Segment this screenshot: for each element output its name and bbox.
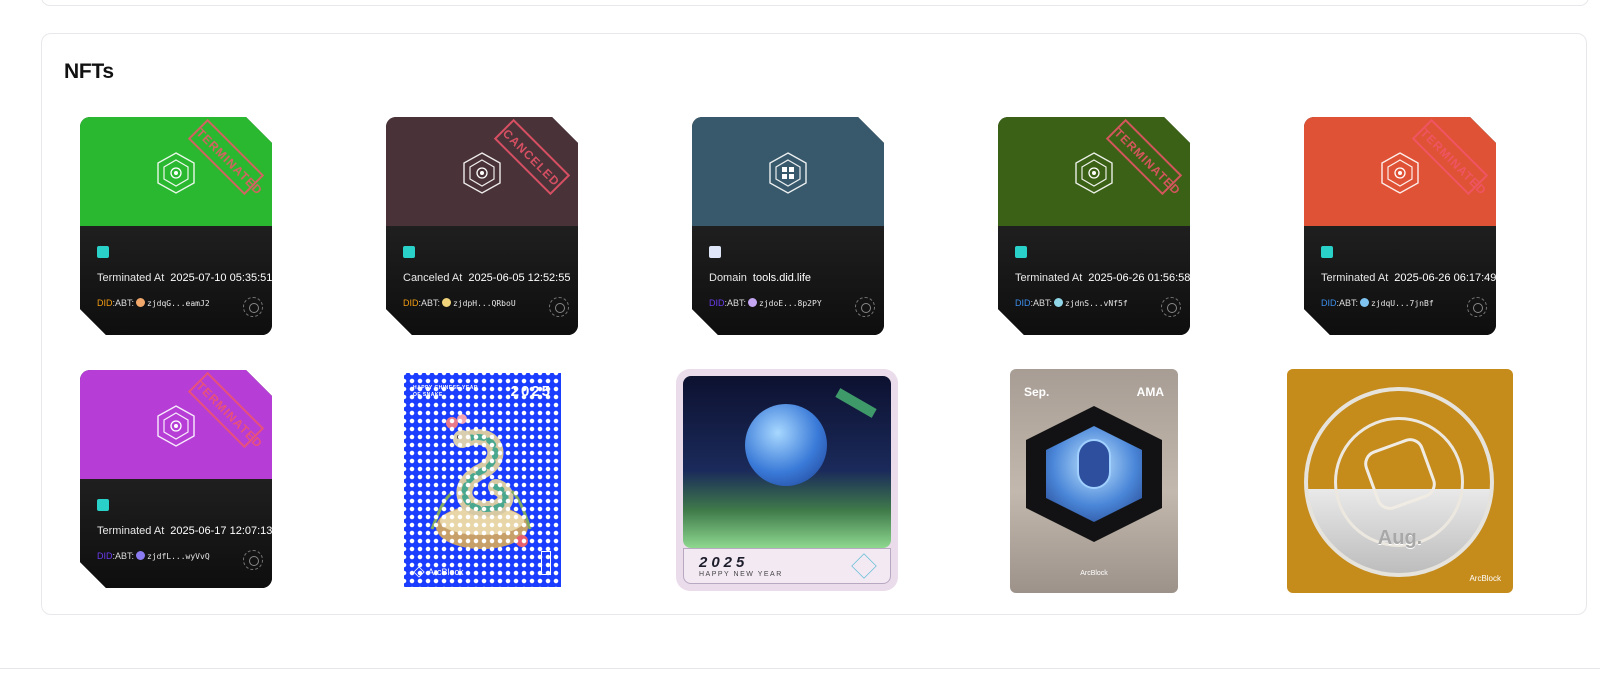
aug-brand: ArcBlock bbox=[1469, 574, 1501, 583]
card-info-row: Terminated At 2025-06-17 12:07:13 bbox=[97, 525, 272, 537]
did-avatar-icon bbox=[136, 298, 146, 307]
passport-hex-logo-icon bbox=[157, 405, 195, 447]
microphone-icon bbox=[1077, 439, 1111, 489]
ama-month: Sep. bbox=[1024, 385, 1050, 399]
did-avatar-icon bbox=[1360, 298, 1370, 307]
info-label: Terminated At bbox=[1321, 272, 1389, 284]
nft-card-passport[interactable]: TERMINATED Terminated At 2025-06-26 01:56… bbox=[998, 117, 1190, 335]
did-row: DID:ABT: zjdqU...7jnBf bbox=[1321, 298, 1434, 308]
did-row: DID:ABT: zjdoE...8p2PY bbox=[709, 298, 822, 308]
did-scheme: :ABT: bbox=[1030, 298, 1053, 308]
previous-section-card bbox=[41, 0, 1589, 6]
passport-hex-logo-icon bbox=[157, 152, 195, 194]
did-prefix: DID bbox=[97, 551, 113, 561]
seal-icon bbox=[549, 297, 569, 317]
did-scheme: :ABT: bbox=[112, 298, 135, 308]
nft-card-new-year[interactable]: 2025 HAPPY NEW YEAR bbox=[676, 369, 898, 591]
stamp-year: 2025 bbox=[510, 383, 552, 400]
card-info-row: Terminated At 2025-07-10 05:35:51 bbox=[97, 272, 272, 284]
ama-brand: ArcBlock bbox=[1080, 570, 1108, 577]
nft-card-passport[interactable]: TERMINATED Terminated At 2025-06-17 12:07… bbox=[80, 370, 272, 588]
stamp-header-text: HAPPY CHINESE YEAR OF SNAKE bbox=[413, 385, 478, 398]
domain-app-icon bbox=[709, 246, 721, 258]
did-scheme: :ABT: bbox=[418, 298, 441, 308]
info-label: Terminated At bbox=[97, 272, 165, 284]
info-value: 2025-06-26 01:56:58 bbox=[1088, 272, 1190, 284]
did-row: DID:ABT: zjdqG...eamJ2 bbox=[97, 298, 210, 308]
nft-card-passport[interactable]: TERMINATED Terminated At 2025-07-10 05:35… bbox=[80, 117, 272, 335]
section-title: NFTs bbox=[64, 60, 114, 83]
passport-app-icon bbox=[403, 246, 415, 258]
nft-card-snake-stamp[interactable]: HAPPY CHINESE YEAR OF SNAKE 2025 ArcBloc… bbox=[404, 373, 561, 587]
passport-hex-logo-icon bbox=[463, 152, 501, 194]
did-prefix: DID bbox=[403, 298, 419, 308]
info-value: 2025-06-05 12:52:55 bbox=[468, 272, 571, 284]
aug-month: Aug. bbox=[1377, 527, 1423, 549]
satellite-graphic bbox=[835, 388, 877, 418]
did-row: DID:ABT: zjdfL...wyVvQ bbox=[97, 551, 210, 561]
did-address[interactable]: zjdqU...7jnBf bbox=[1371, 299, 1434, 308]
seal-icon bbox=[243, 550, 263, 570]
passport-app-icon bbox=[97, 246, 109, 258]
snake-illustration bbox=[430, 414, 532, 549]
did-scheme: :ABT: bbox=[112, 551, 135, 561]
new-year-subtitle: HAPPY NEW YEAR bbox=[699, 571, 783, 578]
domain-hex-logo-icon bbox=[769, 152, 807, 194]
new-year-year: 2025 bbox=[699, 554, 749, 571]
info-label: Terminated At bbox=[1015, 272, 1083, 284]
did-scheme: :ABT: bbox=[1336, 298, 1359, 308]
passport-hex-logo-icon bbox=[1381, 152, 1419, 194]
nft-card-passport[interactable]: CANCELED Canceled At 2025-06-05 12:52:55 … bbox=[386, 117, 578, 335]
did-avatar-icon bbox=[442, 298, 452, 307]
info-label: Domain bbox=[709, 272, 747, 284]
space-illustration bbox=[683, 376, 891, 548]
did-scheme: :ABT: bbox=[724, 298, 747, 308]
info-label: Terminated At bbox=[97, 525, 165, 537]
info-value: 2025-07-10 05:35:51 bbox=[170, 272, 272, 284]
card-info-row: Terminated At 2025-06-26 06:17:49 bbox=[1321, 272, 1496, 284]
new-year-footer: 2025 HAPPY NEW YEAR bbox=[683, 548, 891, 584]
did-avatar-icon bbox=[1054, 298, 1064, 307]
seal-icon bbox=[1161, 297, 1181, 317]
page-divider bbox=[0, 668, 1600, 669]
seal-icon bbox=[1467, 297, 1487, 317]
did-row: DID:ABT: zjdnS...vNf5f bbox=[1015, 298, 1128, 308]
info-label: Canceled At bbox=[403, 272, 463, 284]
info-value: 2025-06-17 12:07:13 bbox=[170, 525, 272, 537]
seal-icon bbox=[855, 297, 875, 317]
passport-app-icon bbox=[1015, 246, 1027, 258]
did-row: DID:ABT: zjdpH...QRboU bbox=[403, 298, 516, 308]
did-prefix: DID bbox=[97, 298, 113, 308]
passport-hex-logo-icon bbox=[1075, 152, 1113, 194]
did-avatar-icon bbox=[748, 298, 758, 307]
nft-card-passport[interactable]: TERMINATED Terminated At 2025-06-26 06:17… bbox=[1304, 117, 1496, 335]
card-info-row: Canceled At 2025-06-05 12:52:55 bbox=[403, 272, 570, 284]
nft-card-ama[interactable]: Sep. AMA ArcBlock bbox=[1010, 369, 1178, 593]
card-info-row: Domain tools.did.life bbox=[709, 272, 811, 284]
did-prefix: DID bbox=[709, 298, 725, 308]
passport-app-icon bbox=[1321, 246, 1333, 258]
nft-card-aug[interactable]: Aug. ArcBlock bbox=[1287, 369, 1513, 593]
planet-graphic bbox=[745, 404, 827, 486]
passport-app-icon bbox=[97, 499, 109, 511]
seal-icon bbox=[243, 297, 263, 317]
nft-card-passport[interactable]: Domain tools.did.life DID:ABT: zjdoE...8p2… bbox=[692, 117, 884, 335]
did-address[interactable]: zjdoE...8p2PY bbox=[759, 299, 822, 308]
did-prefix: DID bbox=[1015, 298, 1031, 308]
did-address[interactable]: zjdfL...wyVvQ bbox=[147, 552, 210, 561]
info-value: tools.did.life bbox=[752, 272, 811, 284]
did-address[interactable]: zjdqG...eamJ2 bbox=[147, 299, 210, 308]
info-value: 2025-06-26 06:17:49 bbox=[1394, 272, 1496, 284]
did-prefix: DID bbox=[1321, 298, 1337, 308]
ama-tag: AMA bbox=[1136, 385, 1164, 399]
cube-logo-icon bbox=[851, 553, 877, 579]
did-address[interactable]: zjdpH...QRboU bbox=[453, 299, 516, 308]
stamp-side-mark bbox=[541, 551, 551, 575]
card-info-row: Terminated At 2025-06-26 01:56:58 bbox=[1015, 272, 1190, 284]
did-address[interactable]: zjdnS...vNf5f bbox=[1065, 299, 1128, 308]
did-avatar-icon bbox=[136, 551, 146, 560]
